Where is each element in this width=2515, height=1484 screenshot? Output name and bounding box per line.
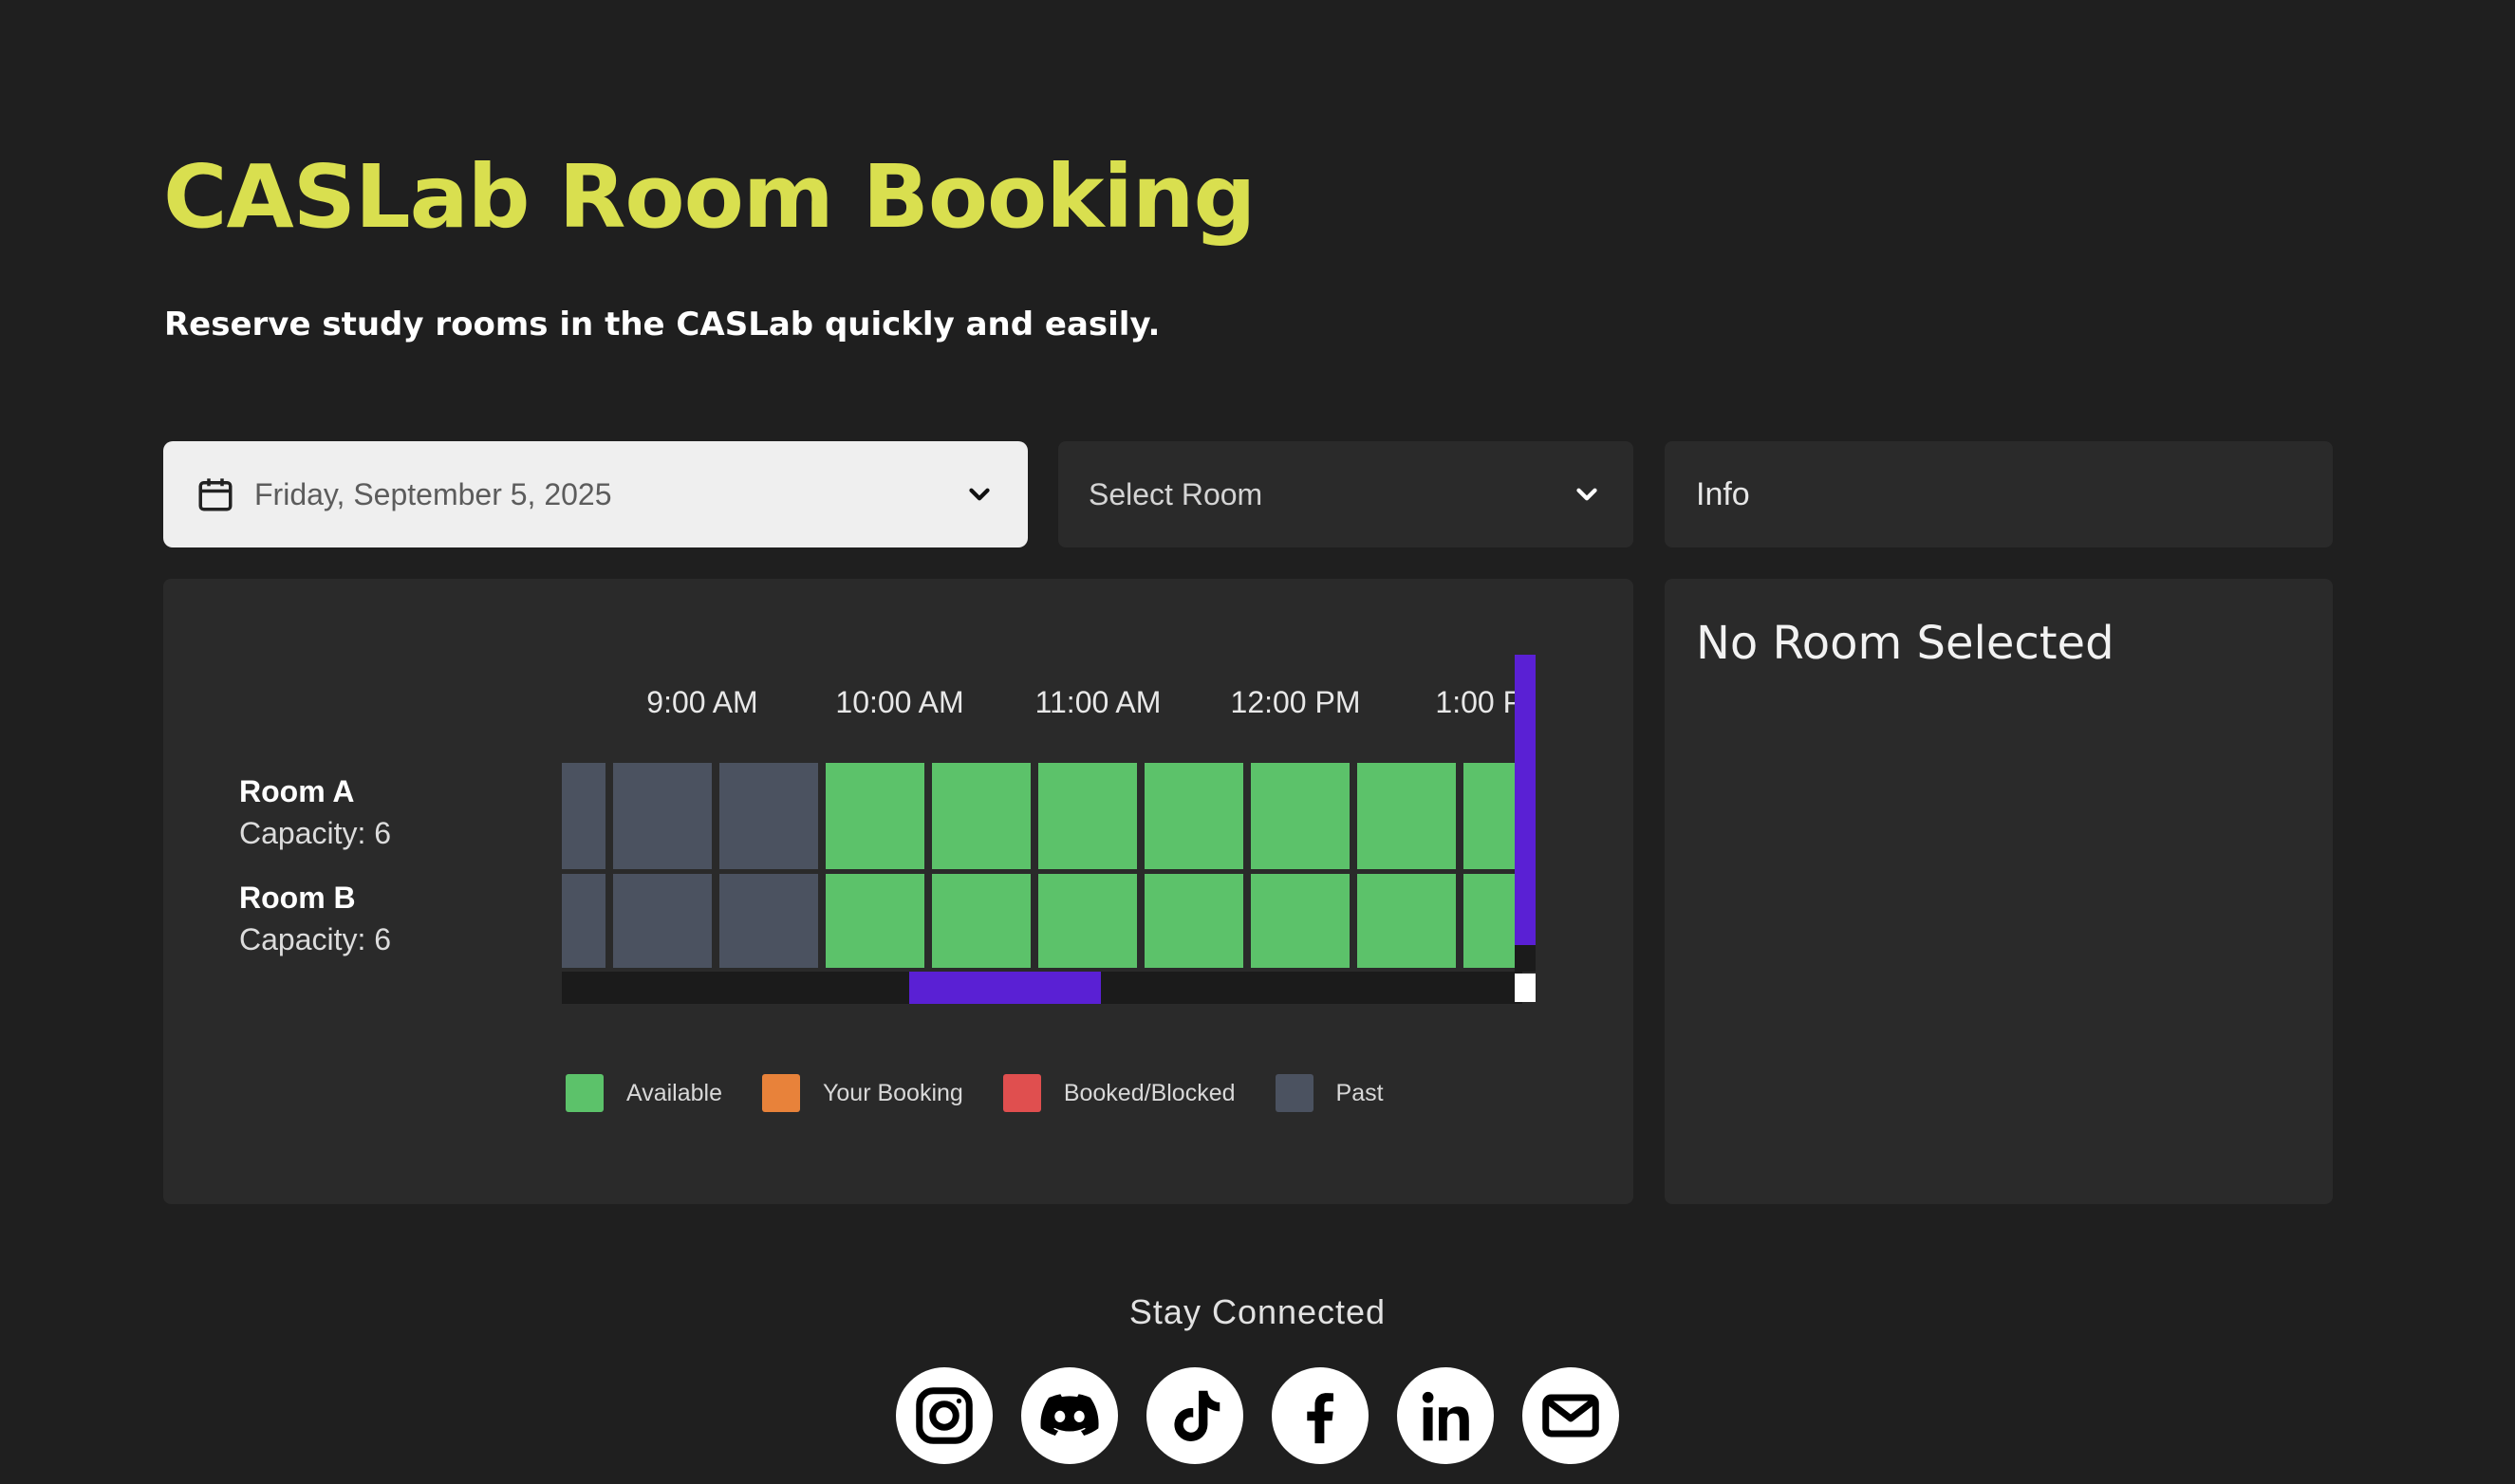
horizontal-scrollbar[interactable] bbox=[562, 972, 1522, 1004]
legend-swatch bbox=[762, 1074, 801, 1112]
schedule-grid-content: 8:00 AM9:00 AM10:00 AM11:00 AM12:00 PM1:… bbox=[562, 655, 1522, 1015]
room-select-placeholder: Select Room bbox=[1089, 476, 1263, 511]
time-slot-available[interactable] bbox=[826, 874, 924, 968]
facebook-icon[interactable] bbox=[1272, 1367, 1369, 1464]
info-tab-label: Info bbox=[1696, 475, 1750, 512]
schedule-panel: Room A Capacity: 6 Room B Capacity: 6 8:… bbox=[163, 579, 1633, 1204]
time-label: 1:00 PM bbox=[1435, 685, 1522, 719]
info-tab[interactable]: Info bbox=[1665, 441, 2333, 547]
email-icon[interactable] bbox=[1522, 1367, 1619, 1464]
time-slot-available[interactable] bbox=[932, 763, 1031, 869]
discord-icon[interactable] bbox=[1021, 1367, 1118, 1464]
room-label-b: Room B Capacity: 6 bbox=[239, 877, 391, 960]
time-slot-available[interactable] bbox=[1463, 874, 1522, 968]
page-subtitle: Reserve study rooms in the CASLab quickl… bbox=[164, 306, 1161, 343]
time-label: 9:00 AM bbox=[646, 685, 758, 719]
tiktok-icon[interactable] bbox=[1146, 1367, 1243, 1464]
room-label-a: Room A Capacity: 6 bbox=[239, 770, 391, 854]
time-slot-available[interactable] bbox=[1145, 874, 1243, 968]
date-picker[interactable]: Friday, September 5, 2025 bbox=[163, 441, 1028, 547]
time-slot-available[interactable] bbox=[1357, 874, 1456, 968]
info-panel: No Room Selected bbox=[1665, 579, 2333, 1204]
legend-swatch bbox=[1275, 1074, 1313, 1112]
time-label: 10:00 AM bbox=[835, 685, 964, 719]
calendar-icon bbox=[196, 474, 235, 514]
schedule-grid[interactable]: 8:00 AM9:00 AM10:00 AM11:00 AM12:00 PM1:… bbox=[562, 655, 1522, 1015]
legend-label: Your Booking bbox=[823, 1079, 963, 1106]
legend-item: Available bbox=[566, 1074, 722, 1112]
legend-label: Past bbox=[1335, 1079, 1384, 1106]
vertical-scrollbar-thumb[interactable] bbox=[1515, 655, 1536, 945]
time-slot-available[interactable] bbox=[1038, 874, 1137, 968]
social-links bbox=[896, 1367, 1619, 1464]
legend-item: Booked/Blocked bbox=[1002, 1074, 1236, 1112]
time-slot-past bbox=[562, 874, 605, 968]
room-select[interactable]: Select Room bbox=[1058, 441, 1633, 547]
chevron-down-icon bbox=[963, 478, 996, 510]
time-label: 12:00 PM bbox=[1230, 685, 1361, 719]
legend-item: Your Booking bbox=[762, 1074, 963, 1112]
legend-swatch bbox=[566, 1074, 604, 1112]
horizontal-scrollbar-thumb[interactable] bbox=[909, 972, 1101, 1004]
legend-label: Booked/Blocked bbox=[1063, 1079, 1236, 1106]
room-name: Room B bbox=[239, 881, 356, 915]
legend-swatch bbox=[1002, 1074, 1041, 1112]
time-slot-available[interactable] bbox=[1251, 763, 1350, 869]
time-slot-past bbox=[613, 763, 712, 869]
time-slot-available[interactable] bbox=[1038, 763, 1137, 869]
room-name: Room A bbox=[239, 774, 355, 808]
time-slot-past bbox=[719, 763, 818, 869]
linkedin-icon[interactable] bbox=[1397, 1367, 1494, 1464]
scrollbar-corner bbox=[1515, 974, 1536, 1002]
legend-label: Available bbox=[626, 1079, 723, 1106]
instagram-icon[interactable] bbox=[896, 1367, 993, 1464]
time-slot-past bbox=[562, 763, 605, 869]
page: CASLab Room Booking Reserve study rooms … bbox=[0, 0, 2515, 1484]
time-slot-available[interactable] bbox=[1145, 763, 1243, 869]
time-label: 11:00 AM bbox=[1034, 685, 1162, 719]
chevron-down-icon bbox=[1571, 478, 1603, 510]
date-value: Friday, September 5, 2025 bbox=[254, 476, 612, 511]
time-slot-available[interactable] bbox=[1463, 763, 1522, 869]
time-slot-available[interactable] bbox=[932, 874, 1031, 968]
time-slot-past bbox=[719, 874, 818, 968]
time-slot-available[interactable] bbox=[826, 763, 924, 869]
legend: Available Your Booking Booked/Blocked Past bbox=[566, 1074, 1424, 1112]
time-slot-past bbox=[613, 874, 712, 968]
stay-connected-heading: Stay Connected bbox=[1128, 1292, 1387, 1331]
time-slot-available[interactable] bbox=[1251, 874, 1350, 968]
no-room-message: No Room Selected bbox=[1696, 617, 2114, 670]
room-capacity: Capacity: 6 bbox=[239, 816, 392, 850]
legend-item: Past bbox=[1275, 1074, 1384, 1112]
vertical-scrollbar[interactable] bbox=[1515, 655, 1536, 972]
time-slot-available[interactable] bbox=[1357, 763, 1456, 869]
room-capacity: Capacity: 6 bbox=[239, 922, 392, 956]
page-title: CASLab Room Booking bbox=[163, 146, 1256, 248]
